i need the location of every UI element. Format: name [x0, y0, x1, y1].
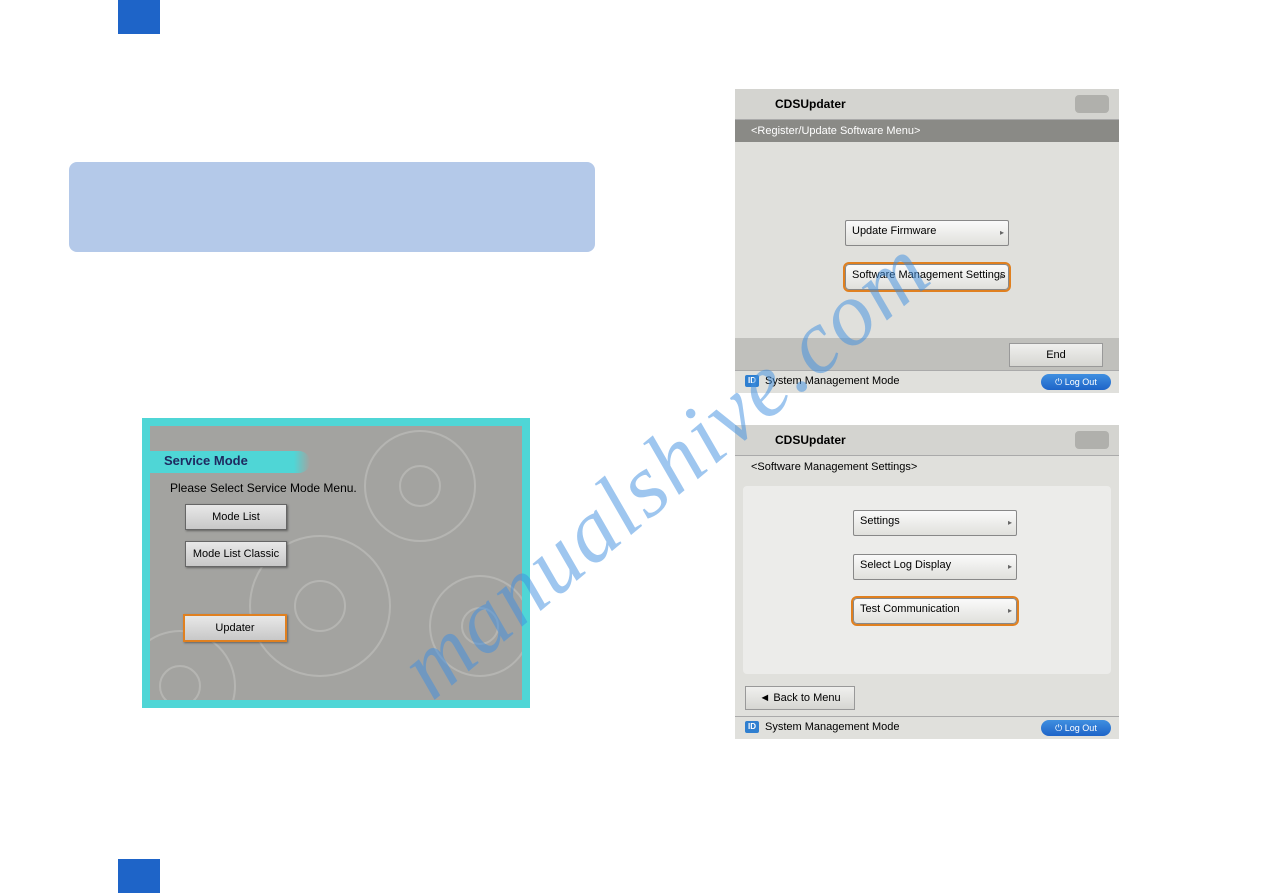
service-mode-screenshot: Service Mode Please Select Service Mode … — [142, 418, 530, 708]
settings-label: Settings — [860, 515, 900, 527]
cds2-crumb: <Software Management Settings> — [735, 456, 1119, 478]
cds2-header: CDSUpdater — [735, 425, 1119, 456]
chevron-right-icon: ▸ — [1000, 267, 1004, 287]
id-badge-icon: ID — [745, 375, 759, 387]
software-management-label: Software Management Settings — [852, 269, 1005, 281]
chevron-right-icon: ▸ — [1008, 557, 1012, 577]
header-block — [118, 0, 160, 34]
test-communication-label: Test Communication — [860, 603, 960, 615]
cds2-body: Settings ▸ Select Log Display ▸ Test Com… — [743, 486, 1111, 674]
updater-button[interactable]: Updater — [183, 614, 287, 642]
service-mode-inner: Service Mode Please Select Service Mode … — [150, 426, 522, 700]
select-log-label: Select Log Display — [860, 559, 951, 571]
service-mode-title: Service Mode — [164, 453, 248, 468]
cds1-crumb: <Register/Update Software Menu> — [735, 120, 1119, 142]
service-mode-subtitle: Please Select Service Mode Menu. — [170, 481, 357, 495]
footer-block — [118, 859, 160, 893]
id-badge-icon: ID — [745, 721, 759, 733]
cds1-endbar: End — [735, 338, 1119, 370]
logout-button[interactable]: ⏻ Log Out — [1041, 720, 1111, 736]
cds-updater-panel-2: CDSUpdater <Software Management Settings… — [735, 425, 1119, 717]
mode-list-classic-button[interactable]: Mode List Classic — [185, 541, 287, 567]
test-communication-button[interactable]: Test Communication ▸ — [853, 598, 1017, 624]
cds1-body: Update Firmware ▸ Software Management Se… — [735, 142, 1119, 338]
cds2-title: CDSUpdater — [775, 433, 846, 447]
chevron-right-icon: ▸ — [1008, 601, 1012, 621]
mode-list-button[interactable]: Mode List — [185, 504, 287, 530]
note-box — [69, 162, 595, 252]
cds2-footer: ID System Management Mode ⏻ Log Out — [735, 716, 1119, 739]
settings-button[interactable]: Settings ▸ — [853, 510, 1017, 536]
cds-updater-panel-1: CDSUpdater <Register/Update Software Men… — [735, 89, 1119, 381]
cds1-header: CDSUpdater — [735, 89, 1119, 120]
cds1-foot-label: System Management Mode — [765, 375, 900, 387]
back-to-menu-button[interactable]: ◄ Back to Menu — [745, 686, 855, 710]
chevron-right-icon: ▸ — [1000, 223, 1004, 243]
gear-icon — [1075, 95, 1109, 113]
cds2-foot-label: System Management Mode — [765, 721, 900, 733]
gear-icon — [1075, 431, 1109, 449]
update-firmware-button[interactable]: Update Firmware ▸ — [845, 220, 1009, 246]
cds1-title: CDSUpdater — [775, 97, 846, 111]
cds1-footer: ID System Management Mode ⏻ Log Out — [735, 370, 1119, 393]
cds2-backbar: ◄ Back to Menu — [735, 682, 1119, 716]
select-log-button[interactable]: Select Log Display ▸ — [853, 554, 1017, 580]
software-management-button[interactable]: Software Management Settings ▸ — [845, 264, 1009, 290]
logout-button[interactable]: ⏻ Log Out — [1041, 374, 1111, 390]
update-firmware-label: Update Firmware — [852, 225, 936, 237]
end-button[interactable]: End — [1009, 343, 1103, 367]
chevron-right-icon: ▸ — [1008, 513, 1012, 533]
